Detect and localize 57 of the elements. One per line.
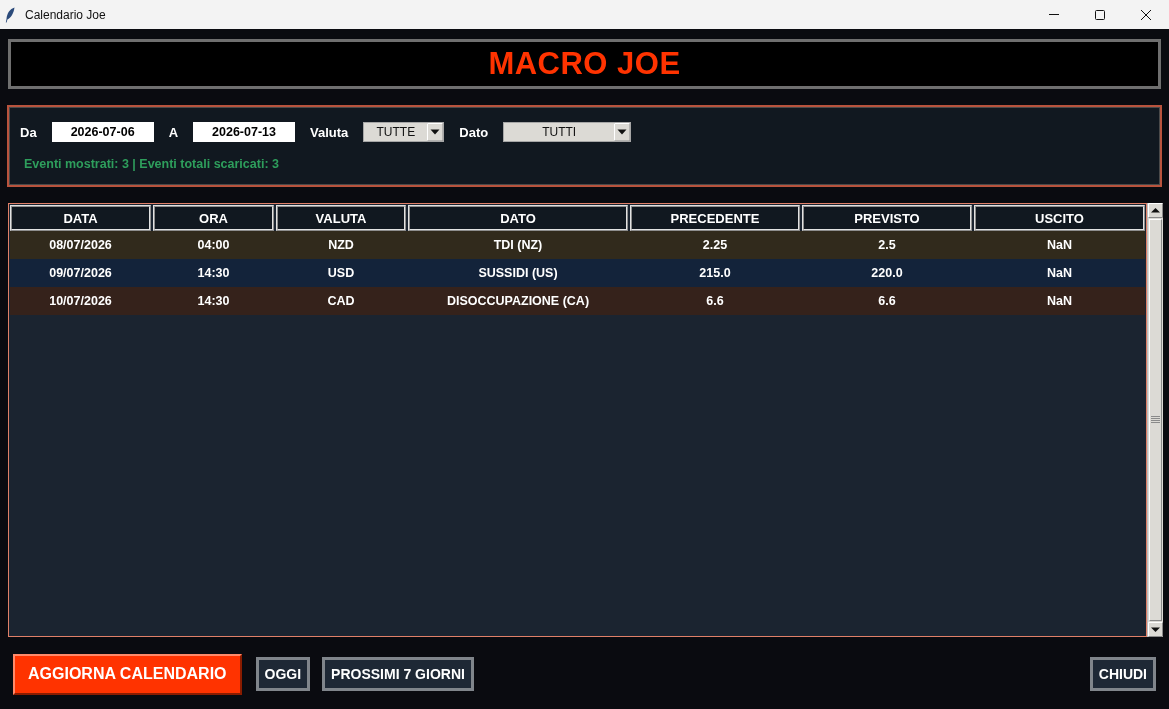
scrollbar-thumb[interactable] [1149, 219, 1162, 621]
field-label: Da [20, 124, 37, 140]
table-cell-text: SUSSIDI (US) [477, 265, 559, 282]
column-header[interactable]: DATA [10, 205, 151, 231]
grip-icon [1151, 416, 1160, 424]
action-button[interactable]: OGGI [255, 657, 311, 691]
close-icon [1141, 9, 1151, 20]
table-cell-text: NaN [1046, 265, 1073, 282]
table-cell-text: 6.6 [705, 293, 725, 310]
table-cell-text: 04:00 [196, 237, 231, 254]
field-label: Dato [459, 124, 489, 140]
table-cell-text: 14:30 [196, 265, 231, 282]
table-cell-text: NaN [1046, 293, 1073, 310]
column-header[interactable]: PREVISTO [802, 205, 972, 231]
column-header[interactable]: DATO [408, 205, 628, 231]
table-cell-text: 215.0 [698, 265, 732, 282]
table-cell-text: 10/07/2026 [48, 293, 113, 310]
table-cell-text: 6.6 [877, 293, 897, 310]
scrollbar[interactable] [1147, 203, 1163, 637]
caret-down-icon[interactable] [1148, 622, 1163, 637]
column-header[interactable]: USCITO [974, 205, 1145, 231]
dropdown[interactable]: TUTTI [503, 122, 632, 142]
table-cell-text: DISOCCUPAZIONE (CA) [445, 293, 591, 310]
app-title: MACRO JOE [488, 46, 681, 82]
field-label: Valuta [310, 124, 349, 140]
minimize-icon [1049, 14, 1059, 15]
table-row[interactable]: 10/07/2026 14:30 CAD DISOCCUPAZIONE (CA) 6.6 6.6 NaN [10, 287, 1145, 315]
table-cell-text: 14:30 [196, 293, 231, 310]
status-text: Eventi mostrati: 3 | Eventi totali scaricati: 3 [24, 157, 280, 171]
table-cell-text: USD [326, 265, 356, 282]
field-label: A [168, 124, 178, 140]
table-cell-text: NZD [327, 237, 355, 254]
table-cell-text: CAD [326, 293, 356, 310]
table-cell-text: 2.25 [701, 237, 729, 254]
table-row[interactable]: 08/07/2026 04:00 NZD TDI (NZ) 2.25 2.5 NaN [10, 231, 1145, 259]
refresh-button[interactable]: AGGIORNA CALENDARIO [13, 653, 242, 695]
table-cell-text: 2.5 [877, 237, 897, 254]
table-cell-text: 08/07/2026 [48, 237, 113, 254]
caret-down-icon[interactable] [614, 123, 631, 141]
window-title: Calendario Joe [25, 7, 106, 22]
table-cell-text: 09/07/2026 [48, 265, 113, 282]
action-button[interactable]: PROSSIMI 7 GIORNI [322, 657, 474, 691]
table-cell-text: TDI (NZ) [492, 237, 544, 254]
column-header[interactable]: PRECEDENTE [630, 205, 800, 231]
caret-up-icon[interactable] [1148, 203, 1163, 218]
table-row[interactable]: 09/07/2026 14:30 USD SUSSIDI (US) 215.0 220.0 NaN [10, 259, 1145, 287]
feather-icon [5, 6, 15, 23]
column-header[interactable]: VALUTA [276, 205, 406, 231]
column-header[interactable]: ORA [153, 205, 274, 231]
dropdown[interactable]: TUTTE [363, 122, 445, 142]
close-button[interactable]: CHIUDI [1089, 657, 1156, 691]
maximize-icon [1095, 9, 1105, 20]
table-cell-text: 220.0 [870, 265, 904, 282]
table-cell-text: NaN [1046, 237, 1073, 254]
date-field[interactable]: 2026-07-06 [51, 122, 154, 142]
date-field[interactable]: 2026-07-13 [193, 122, 295, 142]
caret-down-icon[interactable] [427, 123, 444, 141]
